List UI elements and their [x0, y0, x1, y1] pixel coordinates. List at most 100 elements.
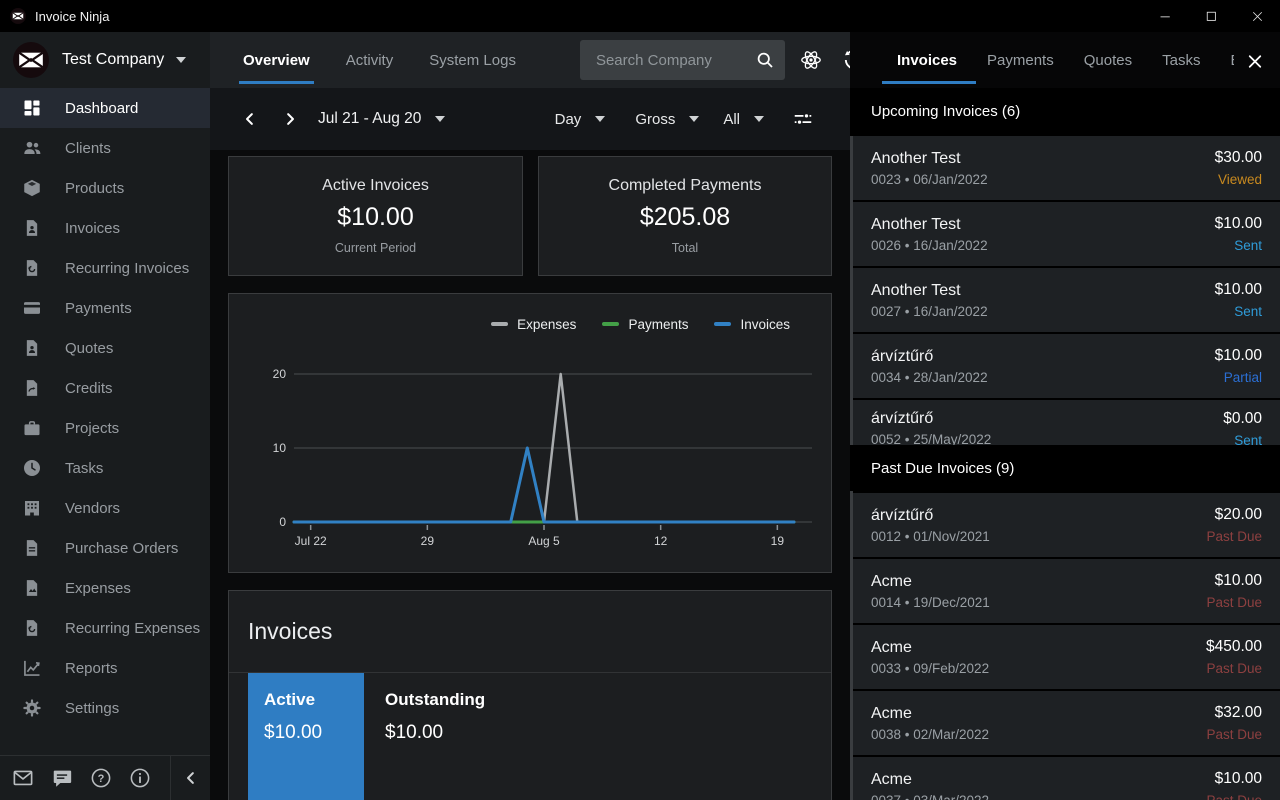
sidebar-item-reports[interactable]: Reports [0, 648, 210, 688]
panel-tab-expenses[interactable]: Expenses [1215, 32, 1234, 88]
sidebar-item-credits[interactable]: Credits [0, 368, 210, 408]
panel-tab-tasks[interactable]: Tasks [1147, 32, 1215, 88]
chevron-right-icon [281, 110, 299, 128]
sidebar-item-products[interactable]: Products [0, 168, 210, 208]
info-button[interactable] [129, 767, 151, 789]
tile-amount: $10.00 [385, 722, 485, 744]
search-input[interactable] [594, 51, 755, 70]
mail-button[interactable] [12, 767, 34, 789]
tile-label: Active [264, 690, 354, 710]
sidebar-item-label: Invoices [65, 220, 120, 237]
sidebar-item-dashboard[interactable]: Dashboard [0, 88, 210, 128]
box-icon [22, 178, 42, 198]
dashboard-content: Active Invoices $10.00 Current Period Co… [210, 150, 850, 800]
sidebar-item-label: Credits [65, 380, 113, 397]
interval-selector[interactable]: Day [555, 111, 606, 128]
invoice-client-name: Acme [871, 705, 989, 723]
right-panel-tabbar: Invoices Payments Quotes Tasks Expenses [850, 32, 1280, 88]
window-controls [1142, 0, 1280, 32]
invoice-client-name: Acme [871, 639, 989, 657]
sidebar-item-quotes[interactable]: Quotes [0, 328, 210, 368]
minimize-button[interactable] [1142, 0, 1188, 32]
sidebar-item-recurring-invoices[interactable]: Recurring Invoices [0, 248, 210, 288]
sidebar-item-label: Projects [65, 420, 119, 437]
sidebar-item-payments[interactable]: Payments [0, 288, 210, 328]
invoice-client-name: árvíztűrő [871, 507, 990, 525]
tab-activity[interactable]: Activity [346, 32, 394, 88]
debug-mode-button[interactable] [793, 40, 829, 80]
invoice-list-item[interactable]: Another Test 0023 • 06/Jan/2022 $30.00 V… [850, 136, 1280, 200]
sidebar-item-label: Reports [65, 660, 118, 677]
invoice-number-date: 0023 • 06/Jan/2022 [871, 172, 988, 187]
invoice-number-date: 0038 • 02/Mar/2022 [871, 727, 989, 742]
sidebar-item-settings[interactable]: Settings [0, 688, 210, 728]
svg-text:19: 19 [771, 534, 785, 548]
invoice-status-badge: Sent [1215, 304, 1262, 319]
invoice-list-item[interactable]: Acme 0037 • 03/Mar/2022 $10.00 Past Due [850, 757, 1280, 800]
invoice-amount: $450.00 [1206, 638, 1262, 656]
basis-selector[interactable]: Gross [635, 111, 699, 128]
invoice-list-item[interactable]: árvíztűrő 0012 • 01/Nov/2021 $20.00 Past… [850, 493, 1280, 557]
sidebar-item-recurring-expenses[interactable]: Recurring Expenses [0, 608, 210, 648]
search-icon [755, 50, 775, 70]
dashboard-line-chart: 01020Jul 2229Aug 51219 [244, 342, 820, 554]
chart-legend-item[interactable]: Expenses [491, 317, 576, 332]
sidebar-item-invoices[interactable]: Invoices [0, 208, 210, 248]
doc-person-icon [22, 218, 42, 238]
sidebar-item-projects[interactable]: Projects [0, 408, 210, 448]
tab-label: Invoices [897, 52, 957, 69]
sidebar-item-expenses[interactable]: Expenses [0, 568, 210, 608]
invoice-status-badge: Past Due [1206, 661, 1262, 676]
invoice-list-item[interactable]: Acme 0038 • 02/Mar/2022 $32.00 Past Due [850, 691, 1280, 755]
svg-text:20: 20 [273, 367, 287, 381]
invoice-list-item[interactable]: árvíztűrő 0034 • 28/Jan/2022 $10.00 Part… [850, 334, 1280, 398]
doc-arrow-icon [22, 378, 42, 398]
doc-refresh-icon [22, 258, 42, 278]
chart-line-icon [22, 658, 42, 678]
people-icon [22, 138, 42, 158]
invoice-tile-active[interactable]: Active $10.00 [248, 673, 364, 800]
maximize-button[interactable] [1188, 0, 1234, 32]
chevron-down-icon [435, 116, 445, 122]
collapse-sidebar-button[interactable] [170, 756, 210, 800]
sidebar-item-vendors[interactable]: Vendors [0, 488, 210, 528]
tab-overview[interactable]: Overview [243, 32, 310, 88]
company-logo [13, 42, 49, 78]
help-button[interactable] [90, 767, 112, 789]
sidebar-item-clients[interactable]: Clients [0, 128, 210, 168]
invoice-list-item[interactable]: Acme 0033 • 09/Feb/2022 $450.00 Past Due [850, 625, 1280, 689]
invoice-list-item[interactable]: Another Test 0027 • 16/Jan/2022 $10.00 S… [850, 268, 1280, 332]
previous-period-button[interactable] [238, 107, 262, 131]
invoice-section-header: Past Due Invoices (9) [850, 445, 1280, 491]
chart-legend-item[interactable]: Payments [602, 317, 688, 332]
sidebar-item-purchase-orders[interactable]: Purchase Orders [0, 528, 210, 568]
chat-icon [51, 767, 73, 789]
close-icon [1246, 52, 1264, 71]
invoice-tile-outstanding[interactable]: Outstanding $10.00 [364, 673, 495, 800]
panel-tab-invoices[interactable]: Invoices [882, 32, 972, 88]
close-panel-button[interactable] [1240, 46, 1270, 76]
summary-card: Completed Payments $205.08 Total [538, 156, 832, 276]
panel-tab-payments[interactable]: Payments [972, 32, 1069, 88]
invoice-list-item[interactable]: árvíztűrő 0052 • 25/May/2022 $0.00 Sent [850, 400, 1280, 445]
tab-label: Payments [987, 52, 1054, 69]
date-range-selector[interactable]: Jul 21 - Aug 20 [302, 110, 445, 128]
basis-value: Gross [635, 111, 675, 128]
chat-button[interactable] [51, 767, 73, 789]
chart-legend-item[interactable]: Invoices [714, 317, 790, 332]
sidebar-item-tasks[interactable]: Tasks [0, 448, 210, 488]
invoice-number-date: 0034 • 28/Jan/2022 [871, 370, 988, 385]
close-window-button[interactable] [1234, 0, 1280, 32]
invoice-list-item[interactable]: Acme 0014 • 19/Dec/2021 $10.00 Past Due [850, 559, 1280, 623]
invoice-amount: $20.00 [1206, 506, 1262, 524]
legend-color-dash [491, 322, 508, 326]
sidebar-item-label: Recurring Expenses [65, 620, 200, 637]
tab-system-logs[interactable]: System Logs [429, 32, 516, 88]
invoice-list-item[interactable]: Another Test 0026 • 16/Jan/2022 $10.00 S… [850, 202, 1280, 266]
next-period-button[interactable] [278, 107, 302, 131]
scope-selector[interactable]: All [723, 111, 764, 128]
panel-tab-quotes[interactable]: Quotes [1069, 32, 1147, 88]
sidebar-item-label: Purchase Orders [65, 540, 178, 557]
dashboard-settings-button[interactable] [786, 102, 820, 136]
company-selector[interactable]: Test Company [0, 32, 210, 88]
